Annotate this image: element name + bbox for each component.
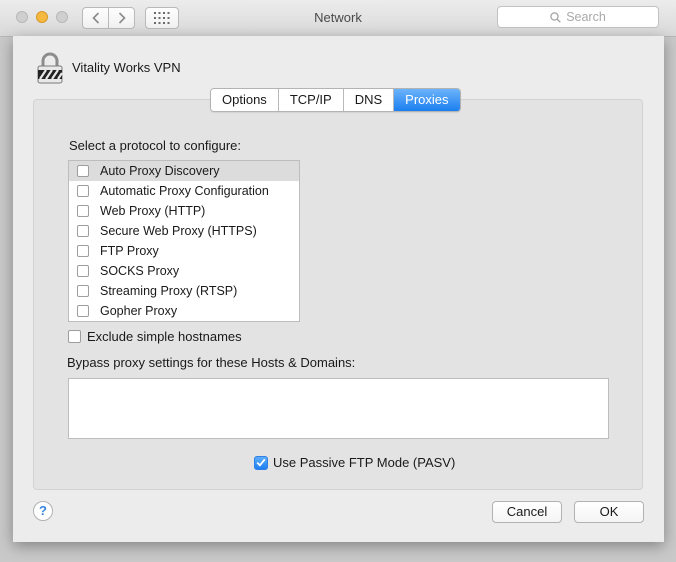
cancel-button[interactable]: Cancel <box>492 501 562 523</box>
protocol-label: Secure Web Proxy (HTTPS) <box>100 224 257 238</box>
pasv-checkbox[interactable] <box>254 455 268 470</box>
pasv-label: Use Passive FTP Mode (PASV) <box>273 455 456 470</box>
protocol-label: Automatic Proxy Configuration <box>100 184 269 198</box>
protocol-checkbox[interactable] <box>77 185 89 197</box>
list-item[interactable]: SOCKS Proxy <box>69 261 299 281</box>
search-placeholder: Search <box>566 10 606 24</box>
protocol-checkbox[interactable] <box>77 165 89 177</box>
protocol-label: FTP Proxy <box>100 244 159 258</box>
passive-ftp-option[interactable]: Use Passive FTP Mode (PASV) <box>254 455 455 470</box>
protocol-label: Gopher Proxy <box>100 304 178 318</box>
checkmark-icon <box>256 458 266 467</box>
title-bar: Network Search <box>0 0 676 37</box>
help-button[interactable]: ? <box>33 501 53 521</box>
ok-button[interactable]: OK <box>574 501 644 523</box>
protocol-checkbox[interactable] <box>77 245 89 257</box>
protocol-select-label: Select a protocol to configure: <box>69 138 241 153</box>
list-item[interactable]: Gopher Proxy <box>69 301 299 321</box>
protocol-checkbox[interactable] <box>77 305 89 317</box>
tab-proxies[interactable]: Proxies <box>394 89 460 111</box>
proxies-sheet: Vitality Works VPN Options TCP/IP DNS Pr… <box>13 36 664 542</box>
protocol-label: SOCKS Proxy <box>100 264 180 278</box>
search-icon <box>550 11 561 23</box>
list-item[interactable]: Auto Proxy Discovery <box>69 161 299 181</box>
bypass-hosts-field[interactable] <box>68 378 609 439</box>
exclude-label: Exclude simple hostnames <box>87 329 242 344</box>
exclude-simple-hostnames[interactable]: Exclude simple hostnames <box>68 329 242 344</box>
protocol-checkbox[interactable] <box>77 265 89 277</box>
tab-tcpip[interactable]: TCP/IP <box>278 89 344 111</box>
lock-icon <box>37 52 63 84</box>
protocol-label: Auto Proxy Discovery <box>100 164 220 178</box>
tab-dns[interactable]: DNS <box>343 89 395 111</box>
protocol-label: Web Proxy (HTTP) <box>100 204 206 218</box>
protocol-checkbox[interactable] <box>77 225 89 237</box>
list-item[interactable]: Secure Web Proxy (HTTPS) <box>69 221 299 241</box>
list-item[interactable]: Web Proxy (HTTP) <box>69 201 299 221</box>
list-item[interactable]: Automatic Proxy Configuration <box>69 181 299 201</box>
tab-bar: Options TCP/IP DNS Proxies <box>210 88 461 112</box>
protocol-checkbox[interactable] <box>77 285 89 297</box>
tab-options[interactable]: Options <box>211 89 279 111</box>
list-item[interactable]: Streaming Proxy (RTSP) <box>69 281 299 301</box>
protocol-list[interactable]: Auto Proxy Discovery Automatic Proxy Con… <box>68 160 300 322</box>
bypass-label: Bypass proxy settings for these Hosts & … <box>67 355 356 370</box>
protocol-checkbox[interactable] <box>77 205 89 217</box>
exclude-checkbox[interactable] <box>68 330 81 343</box>
list-item[interactable]: FTP Proxy <box>69 241 299 261</box>
connection-name: Vitality Works VPN <box>72 60 181 75</box>
protocol-label: Streaming Proxy (RTSP) <box>100 284 238 298</box>
search-field[interactable]: Search <box>497 6 659 28</box>
